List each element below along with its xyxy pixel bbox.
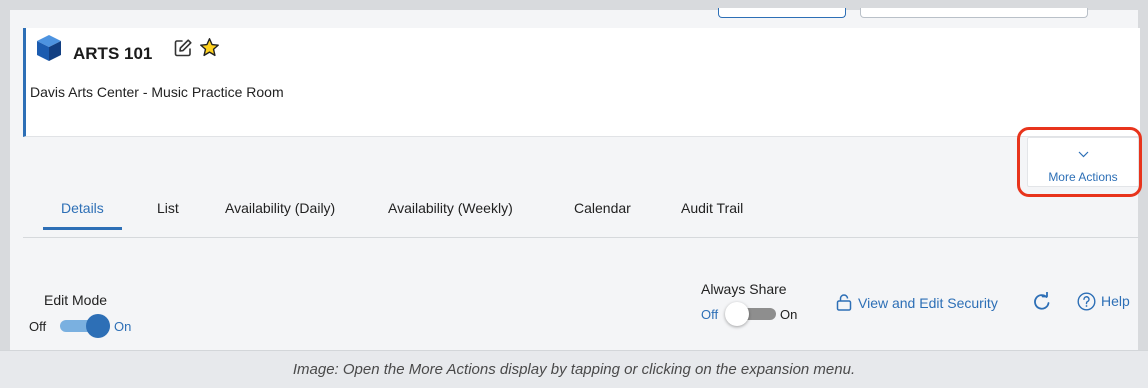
always-share-toggle[interactable] [725, 302, 776, 326]
always-share-on-label: On [780, 307, 798, 322]
caption-bar: Image: Open the More Actions display by … [0, 350, 1148, 388]
tab-audit-trail[interactable]: Audit Trail [681, 200, 743, 230]
view-edit-security-label: View and Edit Security [858, 295, 998, 311]
image-caption: Image: Open the More Actions display by … [292, 361, 856, 378]
top-field-partial[interactable] [860, 8, 1088, 18]
favorite-star-icon[interactable] [199, 37, 220, 58]
highlight-outline [1017, 127, 1142, 197]
cube-icon [37, 35, 61, 61]
resource-location: Davis Arts Center - Music Practice Room [30, 84, 284, 100]
tab-divider [23, 237, 1140, 238]
edit-mode-on-label: On [114, 319, 132, 334]
tab-list[interactable]: List [157, 200, 179, 230]
toggle-knob [86, 314, 110, 338]
resource-title: ARTS 101 [73, 44, 153, 63]
toggle-knob [725, 302, 749, 326]
edit-mode-label: Edit Mode [44, 292, 108, 308]
tab-availability-weekly[interactable]: Availability (Weekly) [388, 200, 513, 230]
tab-availability-daily[interactable]: Availability (Daily) [225, 200, 335, 230]
resource-header-card: ARTS 101 Davis Arts Center - Music Pract… [23, 28, 1140, 137]
lock-icon [836, 294, 852, 311]
help-circle-icon [1077, 292, 1096, 311]
top-button-partial[interactable] [718, 8, 846, 18]
tab-calendar[interactable]: Calendar [574, 200, 631, 230]
tab-details[interactable]: Details [43, 200, 122, 230]
edit-mode-toggle[interactable] [60, 314, 110, 338]
refresh-icon[interactable] [1032, 292, 1052, 312]
edit-mode-off-label: Off [29, 319, 47, 334]
always-share-off-label: Off [701, 307, 719, 322]
always-share-label: Always Share [701, 281, 787, 297]
help-label: Help [1101, 293, 1130, 309]
edit-icon[interactable] [173, 38, 193, 58]
